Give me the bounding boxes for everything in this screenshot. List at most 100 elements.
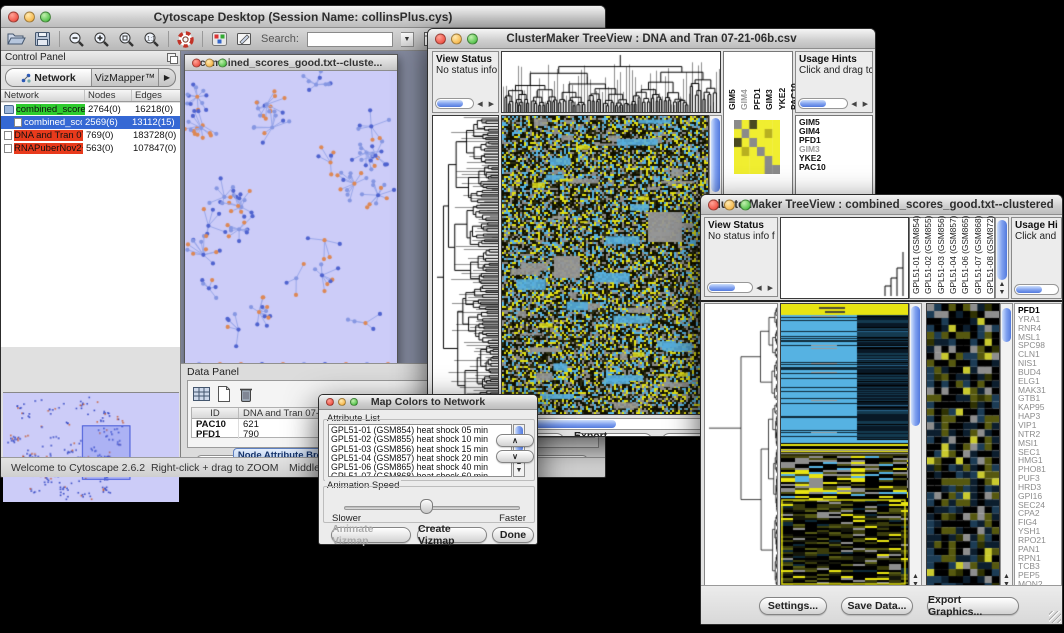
open-file-icon[interactable] [7, 31, 26, 47]
column-label[interactable]: GPL51-01 (GSM854) [912, 218, 922, 296]
animation-speed-slider-thumb[interactable] [420, 499, 433, 514]
column-label[interactable]: GPL51-02 (GSM855) [924, 218, 934, 296]
scroll-thumb[interactable] [534, 420, 616, 428]
zoom-vscrollbar[interactable]: ▲▼ [1000, 303, 1013, 591]
scroll-thumb[interactable] [709, 284, 735, 291]
matrix-row-label[interactable]: PAC10 [799, 163, 872, 172]
network-canvas[interactable] [185, 71, 397, 369]
float-panel-icon[interactable] [167, 53, 176, 62]
zoom-button[interactable] [40, 11, 51, 22]
column-label[interactable]: GPL51-06 (GSM865) [961, 218, 971, 296]
scroll-track[interactable] [798, 98, 848, 109]
attribute-list[interactable]: GPL51-01 (GSM854) heat shock 05 min GPL5… [328, 424, 512, 477]
view-status-scrollbar[interactable]: ◀ ▶ [707, 281, 775, 294]
zoom-button[interactable] [218, 58, 227, 67]
matrix-column-label[interactable]: PFD1 [753, 52, 763, 112]
zoom-button[interactable] [350, 398, 358, 406]
scroll-thumb[interactable] [1002, 308, 1011, 342]
scroll-arrows[interactable]: ◀ ▶ [848, 100, 870, 108]
row-dendrogram[interactable] [433, 116, 498, 414]
expression-heatmap[interactable] [502, 116, 708, 414]
annotation-icon[interactable] [236, 31, 253, 47]
tab-overflow-arrow[interactable]: ▶ [159, 69, 175, 86]
zoom-out-icon[interactable] [68, 31, 85, 48]
close-button[interactable] [326, 398, 334, 406]
scroll-thumb[interactable] [437, 100, 463, 107]
scroll-arrows[interactable]: ◀ ▶ [753, 284, 775, 292]
column-label[interactable]: GPL51-07 (GSM868) [974, 218, 984, 296]
column-network[interactable]: Network [1, 90, 85, 101]
attribute-select-icon[interactable] [192, 385, 212, 403]
network-row[interactable]: RNAPuberNov2+ 563(0) 107847(0) [1, 142, 180, 155]
column-label[interactable]: GPL51-04 (GSM857) [949, 218, 959, 296]
scroll-arrows[interactable]: ▲▼ [996, 281, 1008, 297]
expression-heatmap[interactable] [781, 304, 908, 590]
close-button[interactable] [708, 199, 719, 210]
scroll-thumb[interactable] [997, 220, 1007, 280]
zoom-in-icon[interactable] [93, 31, 110, 48]
network-row[interactable]: combined_scores 2764(0) 16218(0) [1, 103, 180, 116]
done-button[interactable]: Done [492, 527, 534, 543]
zoom-selected-icon[interactable] [118, 31, 135, 48]
column-dendrogram[interactable] [781, 218, 908, 298]
export-graphics-button[interactable]: Export Graphics... [573, 433, 653, 436]
matrix-column-label[interactable]: GIM4 [740, 52, 750, 112]
zoom-button[interactable] [467, 33, 478, 44]
close-button[interactable] [8, 11, 19, 22]
scroll-thumb[interactable] [711, 118, 720, 192]
attribute-item[interactable]: GPL51-07 (GSM868) heat shock 60 min [331, 472, 511, 477]
minimize-button[interactable] [338, 398, 346, 406]
scroll-track[interactable] [1014, 284, 1059, 295]
move-up-button[interactable]: ∧ [496, 434, 534, 447]
save-icon[interactable] [34, 31, 51, 47]
matrix-column-label[interactable]: GIM3 [765, 52, 775, 112]
usage-hints-scrollbar[interactable] [1014, 283, 1059, 296]
column-edges[interactable]: Edges [132, 90, 180, 101]
column-dendrogram[interactable] [502, 52, 720, 112]
zoom-fit-icon[interactable]: 1:1 [143, 31, 160, 48]
scroll-arrows[interactable]: ◀ ▶ [474, 100, 496, 108]
column-nodes[interactable]: Nodes [85, 90, 132, 101]
close-button[interactable] [192, 58, 201, 67]
tab-network[interactable]: Network [6, 69, 92, 86]
network-row[interactable]: DNA and Tran 07 769(0) 183728(0) [1, 129, 180, 142]
scroll-thumb[interactable] [911, 306, 920, 426]
minimize-button[interactable] [205, 58, 214, 67]
new-attribute-icon[interactable] [216, 385, 236, 403]
treeview-dna-titlebar[interactable]: ClusterMaker TreeView : DNA and Tran 07-… [428, 29, 875, 49]
zoom-button[interactable] [740, 199, 751, 210]
main-titlebar[interactable]: Cytoscape Desktop (Session Name: collins… [1, 6, 605, 28]
search-dropdown-arrow[interactable]: ▼ [401, 32, 414, 47]
zoomed-heatmap[interactable] [927, 304, 999, 590]
row-dendrogram[interactable] [705, 304, 777, 590]
resize-grip[interactable] [1049, 611, 1061, 623]
minimize-button[interactable] [724, 199, 735, 210]
scroll-track[interactable] [435, 98, 474, 109]
move-down-button[interactable]: ∨ [496, 450, 534, 463]
animate-vizmap-button[interactable]: Animate Vizmap [331, 527, 411, 543]
matrix-column-label[interactable]: YKE2 [778, 52, 788, 112]
treeview-combined-titlebar[interactable]: ClusterMaker TreeView : combined_scores_… [701, 195, 1062, 215]
tab-vizmapper[interactable]: VizMapper™ [92, 69, 159, 86]
create-vizmap-button[interactable]: Create Vizmap [417, 527, 487, 543]
minimize-button[interactable] [451, 33, 462, 44]
usage-hints-scrollbar[interactable]: ◀ ▶ [798, 97, 870, 110]
save-data-button[interactable]: Save Data... [841, 597, 913, 615]
export-graphics-button[interactable]: Export Graphics... [927, 597, 1019, 615]
column-label[interactable]: GPL51-03 (GSM856) [937, 218, 947, 296]
scroll-track[interactable] [707, 282, 753, 293]
delete-attribute-icon[interactable] [238, 385, 258, 403]
similarity-matrix-heatmap[interactable] [734, 120, 780, 174]
matrix-column-label[interactable]: GIM5 [728, 52, 738, 112]
help-lifesaver-icon[interactable] [177, 31, 194, 48]
scroll-thumb[interactable] [1016, 286, 1042, 293]
minimize-button[interactable] [24, 11, 35, 22]
network-window-titlebar[interactable]: combined_scores_good.txt--cluste... [185, 55, 397, 71]
dialog-titlebar[interactable]: Map Colors to Network [319, 395, 537, 410]
scroll-thumb[interactable] [800, 100, 826, 107]
network-row[interactable]: combined_sco 2569(6) 13112(15) [1, 116, 180, 129]
heatmap-vscrollbar[interactable]: ▲▼ [909, 303, 922, 591]
view-status-scrollbar[interactable]: ◀ ▶ [435, 97, 496, 110]
settings-button[interactable]: Settings... [759, 597, 827, 615]
column-id[interactable]: ID [192, 408, 239, 418]
